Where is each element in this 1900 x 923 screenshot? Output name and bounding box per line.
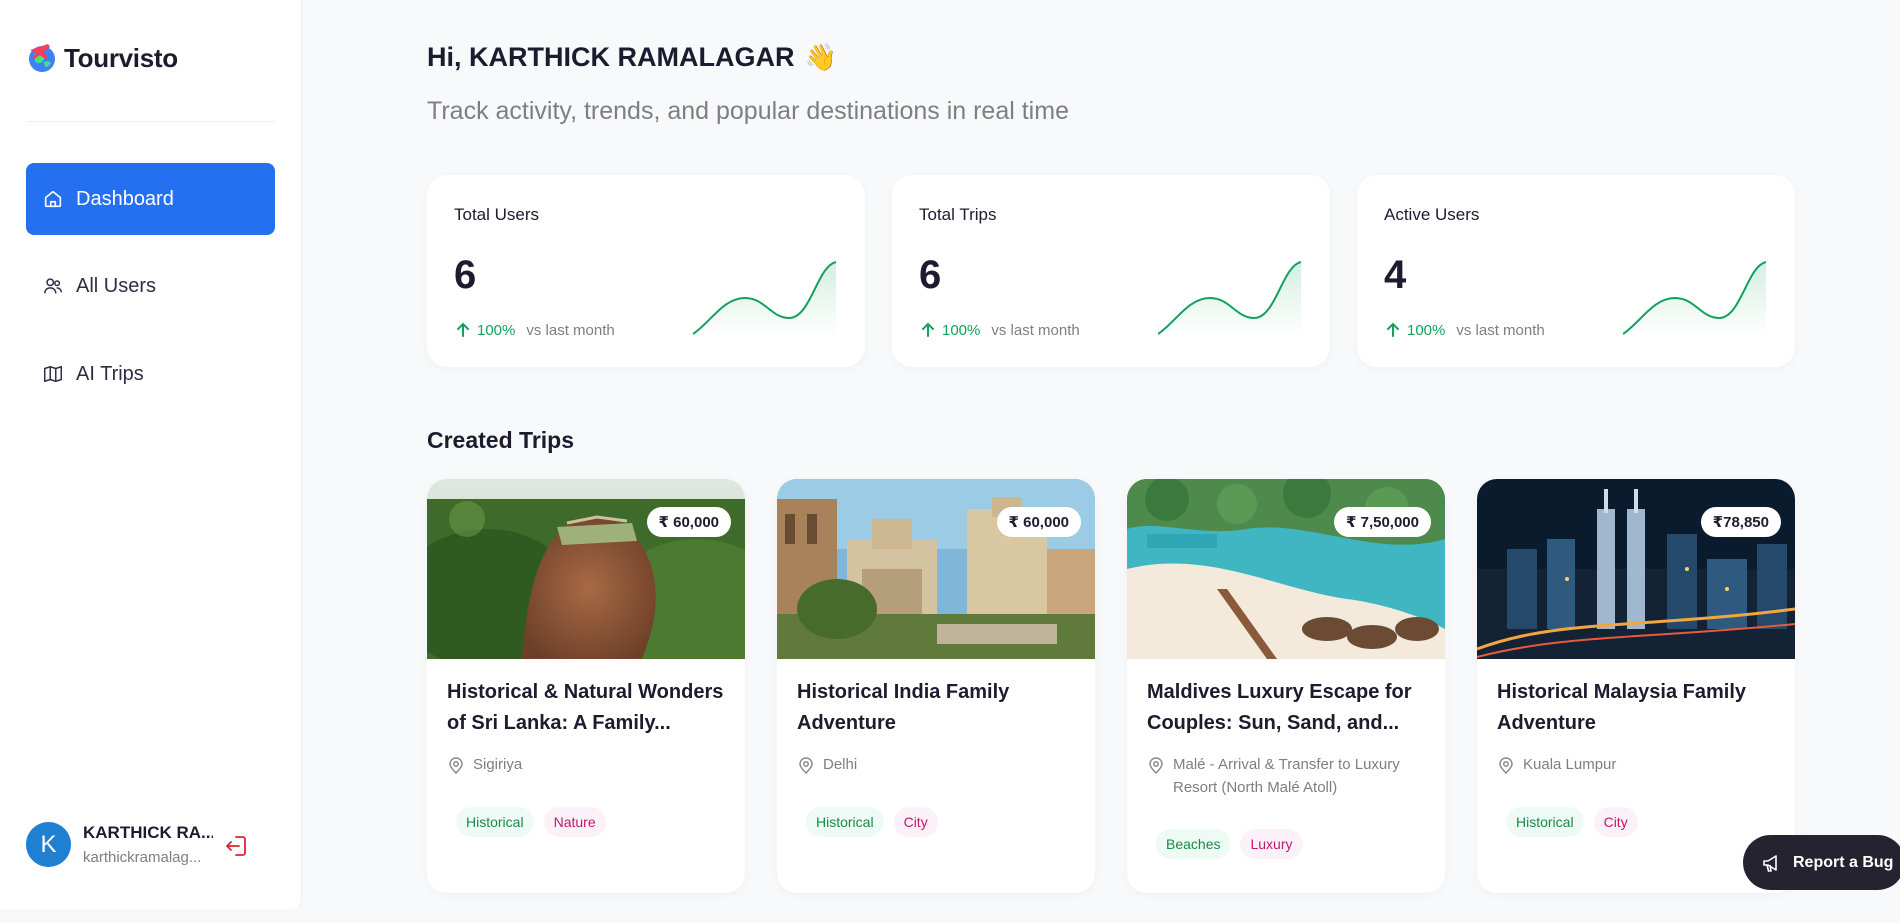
map-icon — [44, 365, 62, 383]
trend-sparkline — [1158, 261, 1302, 336]
stat-title: Total Users — [454, 205, 540, 224]
trip-tags: Beaches Luxury — [1156, 829, 1303, 859]
stat-value: 4 — [1384, 253, 1407, 297]
tag-chip: Luxury — [1240, 829, 1303, 859]
trip-location-text: Delhi — [823, 756, 858, 773]
stat-note: vs last month — [526, 321, 615, 339]
tag-chip: City — [1593, 807, 1638, 837]
trip-location: Malé - Arrival & Transfer to Luxury Reso… — [1147, 753, 1432, 799]
avatar: K — [26, 822, 71, 867]
trip-title: Historical & Natural Wonders of Sri Lank… — [447, 681, 724, 734]
home-icon — [44, 190, 62, 208]
trip-location: Delhi — [797, 753, 1082, 776]
page-subtitle: Track activity, trends, and popular dest… — [427, 97, 1069, 125]
sidebar: Tourvisto Dashboard All Users AI Trips K… — [0, 0, 302, 909]
stat-title: Active Users — [1384, 205, 1480, 224]
stat-note: vs last month — [1456, 321, 1545, 339]
page-title: Hi, KARTHICK RAMALAGAR 👋 — [427, 42, 837, 73]
stat-change: 100% — [1407, 321, 1446, 339]
app-name: Tourvisto — [64, 42, 178, 73]
sidebar-item-label: All Users — [76, 274, 157, 297]
trip-image — [1127, 479, 1445, 659]
trip-location: Sigiriya — [447, 753, 732, 776]
trip-location-text: Sigiriya — [473, 756, 523, 773]
tag-chip: City — [893, 807, 938, 837]
trip-title: Historical India Family Adventure — [797, 681, 1010, 734]
trip-image — [427, 479, 745, 659]
location-pin-icon — [799, 757, 813, 775]
trip-title: Maldives Luxury Escape for Couples: Sun,… — [1147, 681, 1412, 734]
trip-location: Kuala Lumpur — [1497, 753, 1782, 776]
report-bug-button[interactable]: Report a Bug — [1743, 835, 1900, 890]
stat-trend: 100% vs last month — [919, 321, 1080, 339]
stat-title: Total Trips — [919, 205, 997, 224]
user-profile[interactable]: K KARTHICK RA... karthickramalag... — [26, 822, 213, 867]
sidebar-item-all-users[interactable]: All Users — [26, 250, 275, 322]
stat-trend: 100% vs last month — [1384, 321, 1545, 339]
wave-emoji: 👋 — [804, 42, 837, 72]
tag-chip: Historical — [1506, 807, 1584, 837]
trend-sparkline — [693, 261, 837, 336]
stat-value: 6 — [919, 253, 942, 297]
trend-sparkline — [1623, 261, 1767, 336]
stat-change: 100% — [477, 321, 516, 339]
greeting-text: Hi, KARTHICK RAMALAGAR — [427, 42, 795, 72]
users-icon — [44, 278, 62, 294]
sidebar-item-label: Dashboard — [76, 187, 174, 210]
tag-chip: Historical — [456, 807, 534, 837]
megaphone-icon — [1763, 854, 1777, 872]
user-email: karthickramalag... — [83, 849, 202, 866]
price-badge: ₹ 60,000 — [646, 507, 731, 537]
location-pin-icon — [1499, 757, 1513, 775]
price-badge: ₹ 60,000 — [996, 507, 1081, 537]
trip-location-text: Kuala Lumpur — [1523, 756, 1617, 773]
trip-image — [777, 479, 1095, 659]
tag-chip: Historical — [806, 807, 884, 837]
trip-location-text: Malé - Arrival & Transfer to Luxury Reso… — [1173, 756, 1400, 796]
logout-icon[interactable] — [224, 833, 250, 859]
location-pin-icon — [1149, 757, 1163, 775]
trip-image — [1477, 479, 1795, 659]
user-name: KARTHICK RA... — [83, 823, 213, 842]
globe-plane-icon — [29, 44, 55, 72]
user-info: KARTHICK RA... karthickramalag... — [83, 823, 213, 866]
report-bug-label: Report a Bug — [1793, 853, 1894, 871]
tag-chip: Beaches — [1156, 829, 1231, 859]
trip-card[interactable]: ₹78,850 Historical Malaysia Family Adven… — [1477, 479, 1795, 893]
sidebar-item-label: AI Trips — [76, 362, 144, 385]
stat-value: 6 — [454, 253, 477, 297]
stat-note: vs last month — [991, 321, 1080, 339]
arrow-up-icon — [1387, 322, 1399, 337]
arrow-up-icon — [457, 322, 469, 337]
stat-card-total-trips: Total Trips 6 100% vs last month — [892, 175, 1330, 367]
stat-card-total-users: Total Users 6 100% vs last month — [427, 175, 865, 367]
trip-card[interactable]: ₹ 7,50,000 Maldives Luxury Escape for Co… — [1127, 479, 1445, 893]
price-badge: ₹78,850 — [1700, 507, 1781, 537]
trip-card[interactable]: ₹ 60,000 Historical & Natural Wonders of… — [427, 479, 745, 893]
price-badge: ₹ 7,50,000 — [1334, 507, 1431, 537]
trip-card[interactable]: ₹ 60,000 Historical India Family Adventu… — [777, 479, 1095, 893]
location-pin-icon — [449, 757, 463, 775]
stat-change: 100% — [942, 321, 981, 339]
sidebar-divider — [26, 121, 275, 122]
section-title-created-trips: Created Trips — [427, 427, 574, 453]
stat-card-active-users: Active Users 4 100% vs last month — [1357, 175, 1795, 367]
tag-chip: Nature — [543, 807, 606, 837]
sidebar-item-dashboard[interactable]: Dashboard — [26, 163, 275, 235]
trip-tags: Historical Nature — [456, 807, 606, 837]
sidebar-item-ai-trips[interactable]: AI Trips — [26, 338, 275, 410]
trip-title: Historical Malaysia Family Adventure — [1497, 681, 1747, 734]
trip-tags: Historical City — [806, 807, 938, 837]
arrow-up-icon — [922, 322, 934, 337]
stat-trend: 100% vs last month — [454, 321, 615, 339]
app-logo[interactable]: Tourvisto — [26, 42, 178, 74]
trip-tags: Historical City — [1506, 807, 1638, 837]
